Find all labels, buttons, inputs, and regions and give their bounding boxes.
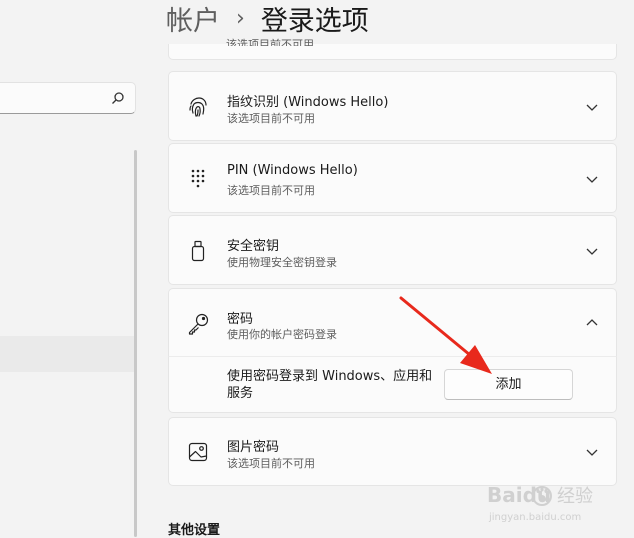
- password-panel: 使用密码登录到 Windows、应用和服务 添加: [168, 356, 617, 413]
- pin-keypad-icon: [191, 169, 205, 188]
- card-security-key[interactable]: 安全密钥 使用物理安全密钥登录: [168, 215, 617, 285]
- card-security-key-title: 安全密钥: [227, 239, 280, 254]
- nav-item-selected[interactable]: [0, 336, 134, 372]
- breadcrumb-account[interactable]: 帐户: [166, 0, 220, 38]
- watermark-brand: Baidu: [487, 483, 551, 507]
- card-picture-password-title: 图片密码: [227, 440, 280, 455]
- baidu-watermark-logo: Baidu 经验 jingyan.baidu.com: [487, 483, 593, 523]
- card-picture-password[interactable]: 图片密码 该选项目前不可用: [168, 417, 617, 486]
- page-title: 登录选项: [260, 5, 369, 37]
- search-input[interactable]: [0, 82, 136, 114]
- chevron-down-icon[interactable]: [586, 173, 598, 185]
- card-password-title: 密码: [227, 312, 254, 327]
- password-description: 使用密码登录到 Windows、应用和服务: [227, 369, 433, 401]
- card-fingerprint-title: 指纹识别 (Windows Hello): [227, 95, 389, 110]
- card-picture-password-subtitle: 该选项目前不可用: [227, 457, 315, 470]
- add-password-button[interactable]: 添加: [444, 369, 573, 400]
- breadcrumb-separator: ›: [236, 5, 245, 31]
- card-pin[interactable]: PIN (Windows Hello) 该选项目前不可用: [168, 143, 617, 213]
- fingerprint-icon: [189, 97, 207, 117]
- chevron-down-icon[interactable]: [586, 446, 598, 458]
- breadcrumb: 帐户 › 登录选项: [166, 0, 369, 38]
- usb-key-icon: [191, 240, 205, 262]
- navigation-pane: [0, 0, 160, 537]
- watermark-url: jingyan.baidu.com: [488, 512, 581, 523]
- chevron-down-icon[interactable]: [586, 101, 598, 113]
- card-password-subtitle: 使用你的帐户密码登录: [227, 328, 337, 341]
- chevron-down-icon[interactable]: [586, 245, 598, 257]
- other-settings-heading: 其他设置: [168, 523, 221, 538]
- card-fingerprint[interactable]: 指纹识别 (Windows Hello) 该选项目前不可用: [168, 71, 617, 141]
- nav-scrollbar[interactable]: [134, 150, 137, 537]
- card-fingerprint-subtitle: 该选项目前不可用: [227, 112, 315, 125]
- key-icon: [188, 313, 209, 335]
- face-recognition-subtitle: 该选项目前不可用: [226, 38, 314, 46]
- card-pin-title: PIN (Windows Hello): [227, 163, 358, 178]
- chevron-up-icon[interactable]: [586, 317, 598, 329]
- card-pin-subtitle: 该选项目前不可用: [227, 184, 315, 197]
- card-password[interactable]: 密码 使用你的帐户密码登录: [168, 288, 617, 357]
- card-security-key-subtitle: 使用物理安全密钥登录: [227, 256, 337, 269]
- watermark-text-cn: 经验: [557, 486, 593, 507]
- face-recognition-card-partial[interactable]: [168, 44, 617, 60]
- picture-icon: [188, 442, 208, 462]
- search-icon: [112, 92, 124, 104]
